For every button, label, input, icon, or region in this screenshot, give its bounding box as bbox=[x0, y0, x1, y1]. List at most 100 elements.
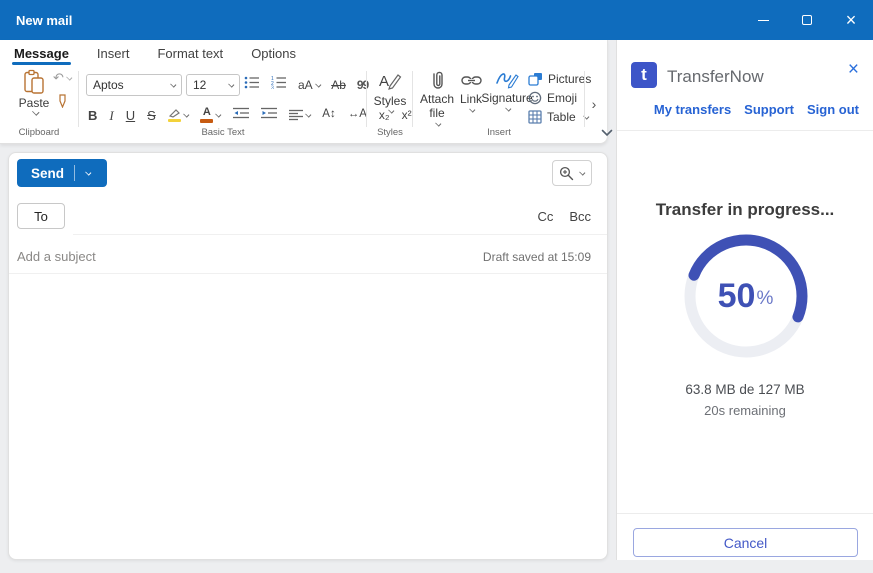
chevron-down-icon bbox=[216, 111, 222, 117]
chevron-down-icon bbox=[228, 81, 234, 87]
magnifier-icon bbox=[559, 166, 574, 181]
minimize-icon bbox=[758, 20, 769, 21]
table-button[interactable]: Table bbox=[528, 110, 591, 124]
tab-format-text[interactable]: Format text bbox=[157, 40, 223, 66]
font-size-select[interactable]: 12 bbox=[186, 74, 240, 96]
font-name-select[interactable]: Aptos bbox=[86, 74, 182, 96]
basic-text-group-label: Basic Text bbox=[80, 127, 366, 138]
increase-indent-icon bbox=[261, 107, 277, 119]
increase-indent-button[interactable] bbox=[261, 106, 277, 124]
highlighter-icon bbox=[168, 108, 181, 123]
chevron-down-icon bbox=[305, 111, 311, 117]
paste-button[interactable]: Paste bbox=[12, 69, 56, 115]
styles-icon: A bbox=[378, 70, 402, 92]
font-color-button[interactable]: A bbox=[200, 107, 221, 123]
undo-icon: ↶ bbox=[53, 70, 64, 86]
ribbon-collapse-button[interactable] bbox=[601, 124, 613, 142]
clipboard-icon bbox=[23, 69, 45, 95]
insert-group-label: Insert bbox=[416, 127, 582, 138]
nav-link-sign-out[interactable]: Sign out bbox=[807, 102, 859, 117]
highlight-button[interactable] bbox=[168, 108, 189, 123]
cancel-button[interactable]: Cancel bbox=[633, 528, 858, 557]
tab-message[interactable]: Message bbox=[14, 40, 69, 66]
chevron-down-icon bbox=[389, 107, 395, 113]
message-body[interactable] bbox=[9, 274, 607, 559]
chevron-down-icon bbox=[436, 120, 442, 126]
close-icon: × bbox=[848, 59, 859, 80]
tab-insert[interactable]: Insert bbox=[97, 40, 130, 66]
time-remaining: 20s remaining bbox=[617, 403, 873, 418]
signature-button[interactable]: Signature bbox=[488, 70, 526, 110]
link-icon bbox=[461, 70, 482, 91]
ribbon: Message Insert Format text Options Paste… bbox=[0, 40, 608, 144]
line-spacing-button[interactable]: A↕ bbox=[322, 109, 335, 121]
bullet-list-button[interactable] bbox=[244, 76, 260, 94]
panel-close-button[interactable]: × bbox=[848, 60, 859, 79]
paperclip-icon bbox=[429, 70, 446, 91]
chevron-down-icon bbox=[506, 105, 512, 111]
minimize-button[interactable] bbox=[741, 0, 785, 40]
ribbon-tabs: Message Insert Format text Options bbox=[0, 40, 296, 66]
italic-button[interactable]: I bbox=[109, 109, 113, 122]
chevron-down-icon bbox=[170, 81, 176, 87]
ribbon-overflow-button[interactable]: › bbox=[586, 92, 602, 116]
close-button[interactable]: × bbox=[829, 0, 873, 40]
zoom-button[interactable] bbox=[552, 160, 592, 186]
progress-percent: 50 % bbox=[617, 231, 873, 361]
emoji-icon bbox=[528, 91, 542, 105]
decrease-indent-button[interactable] bbox=[233, 106, 249, 124]
title-bar: New mail × bbox=[0, 0, 873, 40]
pictures-icon bbox=[528, 72, 543, 86]
nav-link-support[interactable]: Support bbox=[744, 102, 794, 117]
clear-formatting-button[interactable]: Ab bbox=[331, 79, 346, 91]
draft-status: Draft saved at 15:09 bbox=[483, 250, 591, 264]
transfernow-logo-icon: t bbox=[631, 62, 657, 88]
tab-options[interactable]: Options bbox=[251, 40, 296, 66]
chevron-down-icon bbox=[183, 111, 189, 117]
transfernow-panel: t TransferNow × My transfers Support Sig… bbox=[616, 40, 873, 560]
attach-file-button[interactable]: Attach file bbox=[416, 70, 458, 125]
table-icon bbox=[528, 110, 542, 124]
styles-button[interactable]: A Styles bbox=[368, 70, 412, 113]
text-direction-button[interactable]: ↔A bbox=[348, 109, 367, 121]
pictures-button[interactable]: Pictures bbox=[528, 72, 591, 86]
maximize-icon bbox=[802, 15, 812, 25]
format-painter-button[interactable] bbox=[57, 94, 68, 113]
svg-text:A: A bbox=[379, 73, 389, 90]
transfer-heading: Transfer in progress... bbox=[617, 200, 873, 220]
font-color-icon: A bbox=[200, 107, 213, 123]
decrease-indent-icon bbox=[233, 107, 249, 119]
window-title: New mail bbox=[16, 13, 72, 28]
signature-icon bbox=[495, 70, 519, 90]
format-painter-icon bbox=[57, 94, 68, 108]
panel-nav: My transfers Support Sign out bbox=[654, 102, 859, 117]
underline-button[interactable]: U bbox=[126, 109, 135, 122]
styles-group-label: Styles bbox=[368, 127, 412, 138]
numbered-list-button[interactable]: 123 bbox=[271, 76, 287, 94]
subject-field[interactable]: Add a subject bbox=[17, 249, 96, 264]
chevron-down-icon bbox=[580, 169, 586, 175]
app-name: TransferNow bbox=[667, 67, 764, 87]
chevron-down-icon bbox=[470, 106, 476, 112]
change-case-button[interactable]: aA bbox=[298, 79, 320, 91]
cc-button[interactable]: Cc bbox=[537, 209, 553, 224]
send-button[interactable]: Send bbox=[17, 159, 107, 187]
chevron-down-icon bbox=[601, 129, 613, 137]
send-dropdown-icon[interactable] bbox=[85, 169, 91, 175]
emoji-button[interactable]: Emoji bbox=[528, 91, 591, 105]
numbered-list-icon: 123 bbox=[271, 76, 287, 89]
clipboard-group-label: Clipboard bbox=[0, 127, 78, 138]
bold-button[interactable]: B bbox=[88, 109, 97, 122]
undo-button[interactable]: ↶ bbox=[53, 70, 71, 86]
nav-link-my-transfers[interactable]: My transfers bbox=[654, 102, 731, 117]
align-icon bbox=[289, 109, 303, 121]
chevron-down-icon bbox=[66, 74, 72, 80]
strikethrough-button[interactable]: S bbox=[147, 109, 156, 122]
close-icon: × bbox=[846, 10, 857, 31]
to-button[interactable]: To bbox=[17, 203, 65, 229]
bcc-button[interactable]: Bcc bbox=[569, 209, 591, 224]
chevron-down-icon bbox=[315, 81, 321, 87]
maximize-button[interactable] bbox=[785, 0, 829, 40]
bullet-list-icon bbox=[244, 76, 260, 89]
align-button[interactable] bbox=[289, 109, 311, 121]
